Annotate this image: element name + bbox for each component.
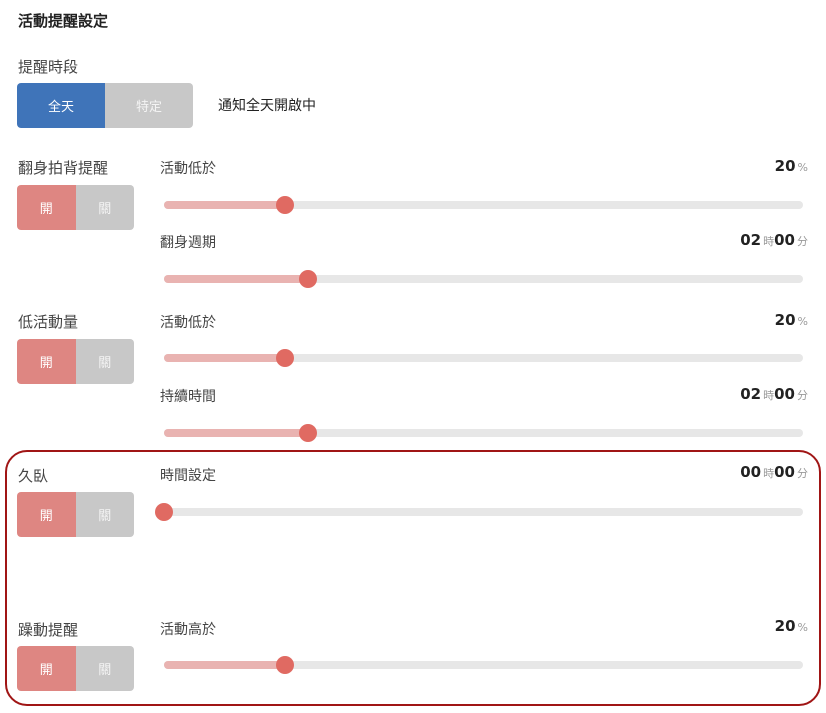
toggle-agitation: 開 關: [17, 646, 134, 691]
toggle-off-button[interactable]: 關: [75, 185, 134, 230]
reminder-status-text: 通知全天開啟中: [218, 98, 316, 114]
slider-thumb[interactable]: [155, 503, 173, 521]
param-value: 20%: [774, 311, 808, 329]
param-value: 00 時00 分: [740, 463, 808, 481]
toggle-turn-pat: 開 關: [17, 185, 134, 230]
toggle-on-button[interactable]: 開: [17, 185, 76, 230]
slider[interactable]: [164, 270, 803, 288]
param-value: 02 時00 分: [740, 231, 808, 249]
slider-thumb[interactable]: [276, 196, 295, 214]
param-label: 時間設定: [160, 468, 216, 484]
toggle-off-button[interactable]: 關: [75, 339, 134, 384]
toggle-on-button[interactable]: 開: [17, 492, 76, 537]
slider-fill: [164, 354, 286, 362]
slider-fill: [164, 661, 286, 669]
param-label: 活動低於: [160, 161, 216, 177]
toggle-low-activity: 開 關: [17, 339, 134, 384]
param-value: 20%: [774, 617, 808, 635]
section-label-prolonged-lying: 久臥: [18, 467, 49, 485]
slider[interactable]: [164, 349, 803, 367]
toggle-prolonged-lying: 開 關: [17, 492, 134, 537]
param-label: 翻身週期: [160, 235, 216, 251]
slider-thumb[interactable]: [276, 656, 295, 674]
section-label-turn-pat: 翻身拍背提醒: [18, 159, 109, 177]
slider-thumb[interactable]: [298, 424, 317, 442]
reminder-period-selector: 全天 特定: [17, 83, 193, 128]
param-label: 活動高於: [160, 622, 216, 638]
slider-fill: [164, 429, 308, 437]
option-specific[interactable]: 特定: [105, 83, 193, 128]
section-label-agitation: 躁動提醒: [18, 621, 79, 639]
slider-thumb[interactable]: [298, 270, 317, 288]
toggle-off-button[interactable]: 關: [75, 492, 134, 537]
page-title: 活動提醒設定: [18, 12, 109, 30]
slider-fill: [164, 201, 286, 209]
toggle-on-button[interactable]: 開: [17, 646, 76, 691]
option-all-day[interactable]: 全天: [17, 83, 105, 128]
slider[interactable]: [155, 503, 803, 521]
reminder-period-label: 提醒時段: [18, 58, 79, 76]
slider-thumb[interactable]: [276, 349, 295, 367]
toggle-off-button[interactable]: 關: [75, 646, 134, 691]
param-value: 02 時00 分: [740, 385, 808, 403]
toggle-on-button[interactable]: 開: [17, 339, 76, 384]
slider[interactable]: [164, 196, 803, 214]
param-value: 20%: [774, 157, 808, 175]
slider-fill: [164, 275, 308, 283]
section-label-low-activity: 低活動量: [18, 313, 79, 331]
param-label: 持續時間: [160, 389, 216, 405]
param-label: 活動低於: [160, 315, 216, 331]
slider[interactable]: [164, 656, 803, 674]
slider[interactable]: [164, 424, 803, 442]
